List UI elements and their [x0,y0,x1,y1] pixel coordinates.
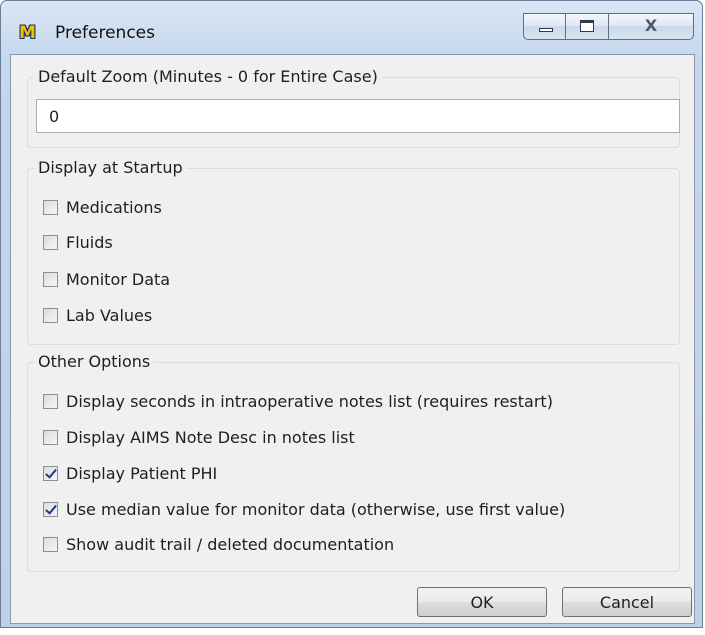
default-zoom-input[interactable] [36,99,680,133]
checkbox-medications[interactable]: Medications [43,195,162,219]
default-zoom-legend: Default Zoom (Minutes - 0 for Entire Cas… [38,67,378,86]
other-options-legend: Other Options [38,352,151,371]
checkbox-box[interactable] [43,429,58,445]
checkbox-label: Lab Values [66,305,153,325]
cancel-button[interactable]: Cancel [562,587,692,617]
checkbox-use-median-value[interactable]: Use median value for monitor data (other… [43,497,565,521]
checkbox-monitor-data[interactable]: Monitor Data [43,267,170,291]
checkbox-label: Monitor Data [66,269,171,289]
dialog-body: Default Zoom (Minutes - 0 for Entire Cas… [10,54,695,624]
checkbox-label: Display seconds in intraoperative notes … [66,391,553,411]
app-logo-icon: M [19,23,36,43]
checkbox-display-aims-note-desc[interactable]: Display AIMS Note Desc in notes list [43,425,355,449]
display-at-startup-legend: Display at Startup [38,158,183,177]
checkbox-box-checked[interactable] [43,501,58,517]
checkbox-fluids[interactable]: Fluids [43,230,113,254]
checkbox-display-seconds[interactable]: Display seconds in intraoperative notes … [43,389,553,413]
checkbox-label: Fluids [66,232,113,252]
checkbox-box[interactable] [43,393,58,409]
checkbox-lab-values[interactable]: Lab Values [43,303,152,327]
checkbox-label: Show audit trail / deleted documentation [66,534,395,554]
checkbox-box[interactable] [43,536,58,552]
checkbox-box[interactable] [43,199,58,215]
checkbox-label: Use median value for monitor data (other… [66,499,566,519]
title-bar[interactable]: M Preferences X [1,1,702,51]
checkbox-show-audit-trail[interactable]: Show audit trail / deleted documentation [43,532,394,556]
window-title: Preferences [55,23,155,43]
preferences-window: M Preferences X Default Zoom (Minutes - … [0,0,703,628]
checkbox-label: Display AIMS Note Desc in notes list [66,427,355,447]
minimize-icon [539,28,553,32]
minimize-button[interactable] [523,13,566,40]
checkbox-box[interactable] [43,307,58,323]
maximize-button[interactable] [566,13,609,40]
checkbox-label: Display Patient PHI [66,463,218,483]
close-button[interactable]: X [609,13,694,40]
checkbox-box-checked[interactable] [43,465,58,481]
checkbox-label: Medications [66,197,162,217]
checkbox-box[interactable] [43,234,58,250]
checkbox-box[interactable] [43,271,58,287]
checkbox-display-patient-phi[interactable]: Display Patient PHI [43,461,217,485]
caption-buttons: X [523,13,694,42]
ok-button[interactable]: OK [417,587,547,617]
maximize-icon [580,20,594,32]
close-icon: X [644,16,658,35]
